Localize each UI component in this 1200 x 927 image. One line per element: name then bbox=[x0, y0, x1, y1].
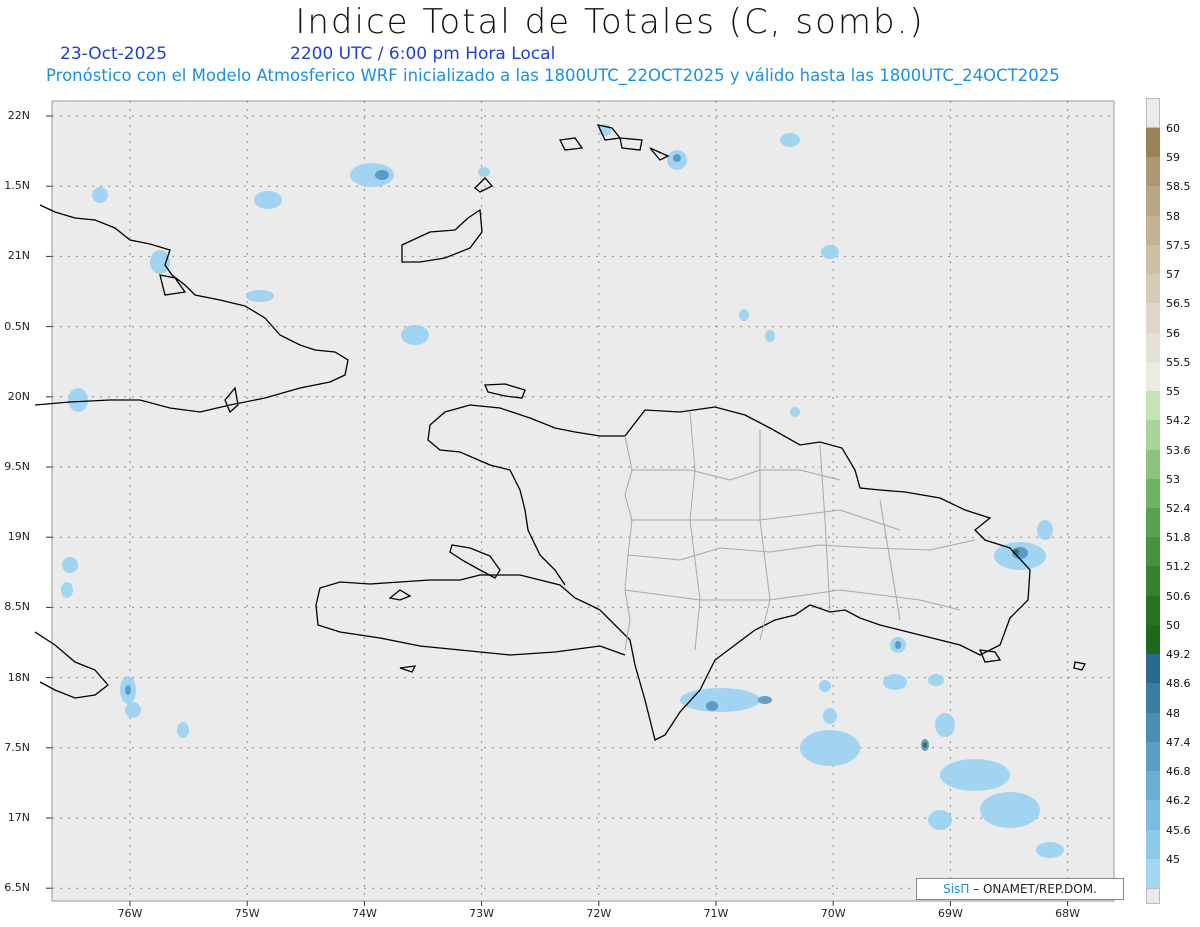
lon-tick-label: 75W bbox=[234, 907, 260, 920]
colorbar-swatch bbox=[1146, 800, 1160, 831]
lon-tick-label: 76W bbox=[117, 907, 143, 920]
lon-tick-label: 69W bbox=[937, 907, 963, 920]
colorbar-cap bbox=[1146, 888, 1160, 904]
lat-tick-label: 9.5N bbox=[4, 460, 30, 473]
colorbar-swatch bbox=[1146, 303, 1160, 334]
colorbar-label: 57.5 bbox=[1166, 238, 1191, 252]
colorbar-label: 45.6 bbox=[1166, 823, 1191, 837]
colorbar-label: 46.8 bbox=[1166, 765, 1191, 779]
lon-tick-label: 68W bbox=[1055, 907, 1081, 920]
colorbar-label: 59 bbox=[1166, 151, 1180, 165]
colorbar-swatch bbox=[1146, 858, 1160, 889]
lat-tick-label: 18N bbox=[7, 670, 30, 684]
colorbar-swatch bbox=[1146, 186, 1160, 217]
colorbar-label: 60 bbox=[1166, 122, 1180, 135]
forecast-time: 2200 UTC / 6:00 pm Hora Local bbox=[290, 44, 556, 64]
colorbar-label: 47.4 bbox=[1166, 735, 1191, 749]
page-title: Indice Total de Totales (C, somb.) bbox=[295, 2, 925, 42]
colorbar-swatch bbox=[1146, 624, 1160, 655]
credit-box: SisΠ – ONAMET/REP.DOM. bbox=[916, 878, 1124, 900]
colorbar-label: 53.6 bbox=[1166, 443, 1191, 457]
colorbar-swatch bbox=[1146, 361, 1160, 392]
colorbar-label: 48 bbox=[1166, 706, 1180, 720]
colorbar-label: 45 bbox=[1166, 852, 1180, 866]
colorbar-cap bbox=[1146, 98, 1160, 128]
colorbar-swatch bbox=[1146, 595, 1160, 626]
lat-tick-label: 8.5N bbox=[4, 600, 30, 614]
forecast-description: Pronóstico con el Modelo Atmosferico WRF… bbox=[46, 66, 1060, 85]
colorbar-label: 50.6 bbox=[1166, 589, 1191, 603]
lat-tick-label: 19N bbox=[7, 530, 30, 544]
lat-tick-label: 7.5N bbox=[4, 740, 30, 754]
colorbar-label: 51.2 bbox=[1166, 560, 1191, 574]
colorbar-swatch bbox=[1146, 274, 1160, 304]
colorbar-label: 56.5 bbox=[1166, 297, 1191, 311]
colorbar-swatch bbox=[1146, 683, 1160, 714]
colorbar-swatch bbox=[1146, 654, 1160, 684]
colorbar-label: 57 bbox=[1166, 268, 1180, 282]
colorbar-label: 49.2 bbox=[1166, 648, 1191, 662]
colorbar-label: 55 bbox=[1166, 385, 1180, 399]
colorbar-swatch bbox=[1146, 712, 1160, 743]
colorbar-label: 53 bbox=[1166, 472, 1180, 486]
lat-tick-label: 6.5N bbox=[4, 881, 30, 895]
colorbar-swatch bbox=[1146, 244, 1160, 275]
forecast-date: 23-Oct-2025 bbox=[60, 44, 168, 64]
colorbar-swatch bbox=[1146, 157, 1160, 187]
lat-tick-label: 21N bbox=[7, 249, 30, 263]
lon-tick-label: 73W bbox=[469, 907, 495, 920]
colorbar-swatch bbox=[1146, 537, 1160, 567]
colorbar-swatch bbox=[1146, 829, 1160, 860]
colorbar-label: 51.8 bbox=[1166, 531, 1191, 545]
colorbar-label: 54.2 bbox=[1166, 414, 1191, 428]
colorbar-swatch bbox=[1146, 771, 1160, 801]
colorbar-label: 48.6 bbox=[1166, 677, 1191, 691]
colorbar-label: 55.5 bbox=[1166, 355, 1191, 369]
colorbar bbox=[1146, 98, 1160, 904]
colorbar-swatch bbox=[1146, 332, 1160, 363]
sis-logo: SisΠ bbox=[943, 882, 970, 896]
colorbar-label: 58 bbox=[1166, 209, 1180, 223]
lat-tick-label: 17N bbox=[7, 811, 30, 824]
colorbar-label: 46.2 bbox=[1166, 794, 1191, 808]
colorbar-swatch bbox=[1146, 741, 1160, 772]
colorbar-swatch bbox=[1146, 128, 1160, 158]
colorbar-swatch bbox=[1146, 478, 1160, 509]
lat-tick-label: 22N bbox=[7, 109, 30, 122]
colorbar-label: 58.5 bbox=[1166, 180, 1191, 194]
colorbar-swatch bbox=[1146, 508, 1160, 538]
lat-tick-label: 0.5N bbox=[4, 319, 30, 333]
colorbar-label: 50 bbox=[1166, 618, 1180, 632]
lon-tick-label: 72W bbox=[586, 907, 612, 920]
colorbar-swatch bbox=[1146, 215, 1160, 246]
colorbar-swatch bbox=[1146, 449, 1160, 480]
lat-tick-label: 1.5N bbox=[4, 179, 30, 193]
lon-tick-label: 70W bbox=[820, 907, 846, 920]
forecast-map bbox=[34, 100, 1115, 906]
colorbar-swatch bbox=[1146, 566, 1160, 597]
colorbar-label: 56 bbox=[1166, 326, 1180, 340]
lon-tick-label: 74W bbox=[351, 907, 377, 920]
lon-tick-label: 71W bbox=[703, 907, 729, 920]
colorbar-swatch bbox=[1146, 391, 1160, 421]
colorbar-swatch bbox=[1146, 420, 1160, 451]
lat-tick-label: 20N bbox=[7, 389, 30, 403]
colorbar-label: 52.4 bbox=[1166, 502, 1191, 515]
credit-text: – ONAMET/REP.DOM. bbox=[973, 882, 1097, 896]
